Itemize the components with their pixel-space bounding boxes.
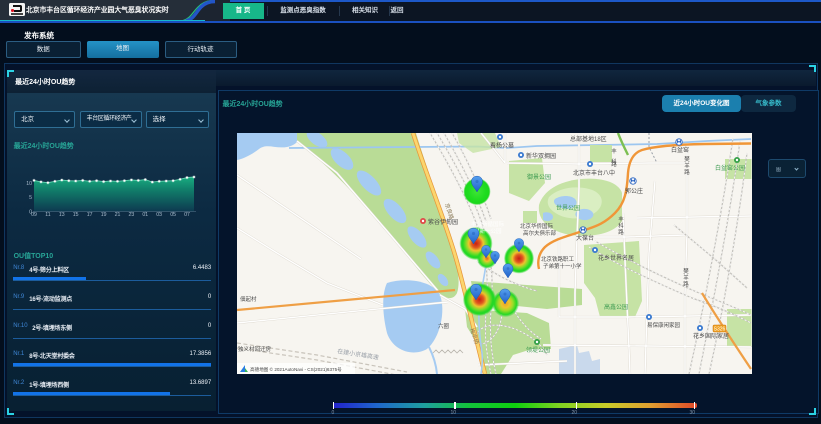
svg-text:高尔夫俱乐部: 高尔夫俱乐部 [523,229,557,237]
svg-text:03: 03 [156,212,162,218]
svg-text:丰: 丰 [611,147,617,155]
svg-text:子弟第十一小学: 子弟第十一小学 [543,262,582,270]
svg-text:09: 09 [31,212,37,218]
svg-text:北京铁路职工: 北京铁路职工 [541,255,575,263]
svg-text:六圈: 六圈 [438,322,450,330]
svg-text:紫谷伊甸园: 紫谷伊甸园 [428,218,458,226]
svg-text:世界公园: 世界公园 [556,204,580,212]
svg-text:樊: 樊 [683,267,689,275]
svg-text:郭公庄: 郭公庄 [625,187,643,195]
svg-text:羊: 羊 [684,161,690,169]
svg-text:路: 路 [683,280,689,288]
svg-text:白盆窑: 白盆窑 [671,146,689,154]
svg-text:新华双拥园: 新华双拥园 [526,152,556,160]
svg-text:S326: S326 [714,326,726,332]
svg-text:01: 01 [142,212,148,218]
svg-text:易保康闲家园: 易保康闲家园 [647,321,681,329]
svg-text:17: 17 [86,212,92,218]
svg-text:花乡国际家居: 花乡国际家居 [693,332,729,340]
svg-text:佃起村: 佃起村 [240,295,257,303]
svg-text:5: 5 [29,195,32,201]
svg-text:高鑫公园: 高鑫公园 [604,303,628,311]
svg-text:总部基地18区: 总部基地18区 [570,135,607,143]
svg-text:路: 路 [684,168,690,176]
svg-text:看杨公墓: 看杨公墓 [490,141,514,149]
svg-text:樊: 樊 [684,155,690,163]
svg-text:羊: 羊 [683,273,689,281]
svg-text:北京华侨国际: 北京华侨国际 [520,222,554,230]
svg-text:领堤公园: 领堤公园 [526,346,550,354]
svg-text:北京市丰台八中: 北京市丰台八中 [573,169,615,177]
svg-text:丰: 丰 [618,215,624,223]
svg-text:07: 07 [184,212,190,218]
svg-text:花乡世界名居: 花乡世界名居 [598,254,634,262]
svg-text:19: 19 [100,212,106,218]
svg-text:路: 路 [618,228,624,236]
svg-text:05: 05 [170,212,176,218]
svg-text:大葆台: 大葆台 [576,234,594,242]
svg-text:11: 11 [45,212,50,218]
svg-text:23: 23 [128,212,134,218]
svg-text:白盆窑公园: 白盆窑公园 [715,164,745,172]
svg-text:高德地图 © 2021AutoNavi - CS(2021): 高德地图 © 2021AutoNavi - CS(2021)6375号 [250,366,342,373]
svg-text:科: 科 [618,221,624,229]
svg-text:路: 路 [611,160,617,168]
svg-text:丰台新循国际: 丰台新循国际 [471,220,505,228]
svg-text:御景公园: 御景公园 [527,173,551,181]
svg-text:15: 15 [72,212,78,218]
svg-text:10: 10 [26,181,32,187]
svg-text:21: 21 [114,212,120,218]
svg-text:13: 13 [59,212,65,218]
svg-text:独义村回迁房: 独义村回迁房 [238,345,272,353]
